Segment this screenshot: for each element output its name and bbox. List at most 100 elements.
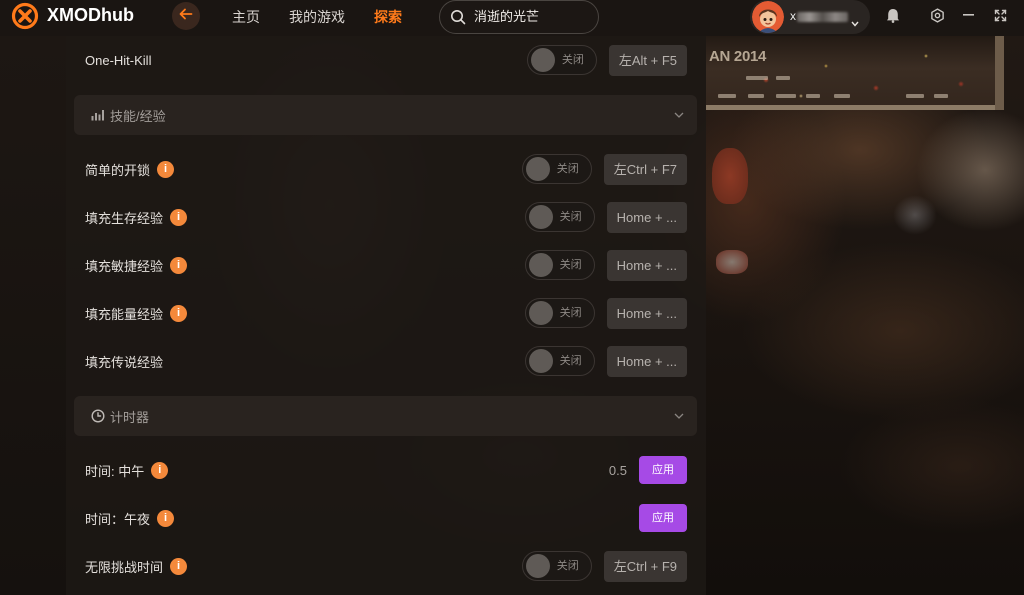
- chevron-down-icon[interactable]: [674, 112, 684, 118]
- main-nav: 主页 我的游戏 探索: [232, 0, 402, 34]
- cheat-row: 填充敏捷经验 i 关闭 Home + ...: [66, 241, 706, 289]
- hotkey-field[interactable]: 左Ctrl + F9: [603, 550, 687, 582]
- poster-mark: [776, 76, 790, 80]
- info-icon[interactable]: i: [170, 208, 188, 226]
- nav-home[interactable]: 主页: [232, 0, 260, 34]
- section-header-skills[interactable]: 技能/经验: [74, 95, 697, 135]
- cheat-toggle[interactable]: 关闭: [524, 202, 595, 232]
- cheat-label-group: One-Hit-Kill: [85, 53, 151, 68]
- poster-mark: [718, 94, 736, 98]
- small-graffiti: [716, 250, 748, 274]
- wooden-beam: [995, 36, 1004, 110]
- cheat-row: 填充传说经验 关闭 Home + ...: [66, 337, 706, 385]
- poster-mark: [934, 94, 948, 98]
- info-icon[interactable]: i: [151, 461, 169, 479]
- search-value: 消逝的光芒: [474, 9, 540, 24]
- cheat-label: 填充敏捷经验: [85, 258, 164, 274]
- toggle-knob: [525, 157, 550, 181]
- cheat-controls: 关闭 Home + ...: [524, 201, 687, 233]
- cheat-row: 时间：午夜 i 应用: [66, 494, 706, 542]
- back-arrow-icon: [179, 7, 193, 25]
- bar-chart-icon: [91, 108, 105, 122]
- cheat-toggle[interactable]: 关闭: [526, 45, 597, 75]
- hotkey-field[interactable]: 左Ctrl + F7: [603, 153, 687, 185]
- cheat-controls: 关闭 左Ctrl + F7: [521, 153, 687, 185]
- cheat-row: One-Hit-Kill 关闭 左Alt + F5: [66, 36, 706, 84]
- cheat-label: 填充能量经验: [85, 306, 164, 322]
- cheat-row: 无限挑战时间 i 关闭 左Ctrl + F9: [66, 542, 706, 590]
- toggle-knob: [528, 253, 553, 277]
- cheat-label-group: 填充能量经验 i: [85, 304, 188, 323]
- chevron-down-icon[interactable]: [674, 413, 684, 419]
- clock-icon: [91, 409, 105, 423]
- toggle-state-label: 关闭: [559, 259, 582, 271]
- cheat-toggle[interactable]: 关闭: [524, 250, 595, 280]
- hotkey-field[interactable]: Home + ...: [606, 345, 687, 377]
- toggle-knob: [528, 205, 553, 229]
- apply-button[interactable]: 应用: [639, 504, 687, 532]
- back-button[interactable]: [172, 2, 200, 30]
- cheat-toggle[interactable]: 关闭: [524, 298, 595, 328]
- toggle-state-label: 关闭: [559, 307, 582, 319]
- cheat-toggle[interactable]: 关闭: [521, 551, 592, 581]
- hotkey-field[interactable]: Home + ...: [606, 249, 687, 281]
- info-icon[interactable]: i: [170, 256, 188, 274]
- avatar: [752, 1, 784, 33]
- search-input[interactable]: 消逝的光芒: [439, 0, 599, 34]
- cheat-row: 填充能量经验 i 关闭 Home + ...: [66, 289, 706, 337]
- brand-name[interactable]: XMODhub: [47, 5, 134, 26]
- toggle-knob: [525, 554, 550, 578]
- section-title: 计时器: [110, 409, 150, 425]
- cheat-controls: 关闭 左Ctrl + F9: [521, 550, 687, 582]
- poster-mark: [748, 94, 764, 98]
- toggle-state-label: 关闭: [559, 211, 582, 223]
- cheat-label: 无限挑战时间: [85, 559, 164, 575]
- cheat-toggle[interactable]: 关闭: [521, 154, 592, 184]
- toggle-state-label: 关闭: [556, 163, 579, 175]
- gray-graffiti: [893, 195, 937, 235]
- poster-text: AN 2014: [709, 48, 767, 65]
- chevron-down-icon: [851, 14, 859, 27]
- cheat-controls: 关闭 Home + ...: [524, 345, 687, 377]
- toggle-knob: [528, 301, 553, 325]
- info-icon[interactable]: i: [170, 304, 188, 322]
- cheat-label-group: 填充生存经验 i: [85, 208, 188, 227]
- cheat-controls: 关闭 Home + ...: [524, 297, 687, 329]
- poster-mark: [834, 94, 850, 98]
- poster-mark: [806, 94, 820, 98]
- cheat-toggle[interactable]: 关闭: [524, 346, 595, 376]
- user-menu[interactable]: x: [750, 0, 870, 34]
- minimize-icon[interactable]: [959, 6, 977, 24]
- cheat-controls: 0.5 应用: [609, 456, 687, 484]
- poster-mark: [906, 94, 924, 98]
- username: x: [790, 9, 796, 23]
- bell-icon[interactable]: [884, 6, 902, 24]
- cheat-label: 填充生存经验: [85, 210, 164, 226]
- search-icon: [450, 9, 466, 25]
- cheat-row: 简单的开锁 i 关闭 左Ctrl + F7: [66, 145, 706, 193]
- cheat-label-group: 简单的开锁 i: [85, 160, 175, 179]
- nav-explore[interactable]: 探索: [374, 0, 402, 34]
- background-poster: AN 2014: [706, 36, 996, 108]
- info-icon[interactable]: i: [157, 160, 175, 178]
- cheat-label-group: 填充敏捷经验 i: [85, 256, 188, 275]
- poster-mark: [776, 94, 796, 98]
- cheat-controls: 关闭 Home + ...: [524, 249, 687, 281]
- poster-mark: [746, 76, 768, 80]
- value-display: 0.5: [608, 462, 627, 478]
- hotkey-field[interactable]: 左Alt + F5: [608, 44, 687, 76]
- hotkey-field[interactable]: Home + ...: [606, 201, 687, 233]
- hotkey-field[interactable]: Home + ...: [606, 297, 687, 329]
- cheat-label-group: 时间：午夜 i: [85, 509, 175, 528]
- info-icon[interactable]: i: [157, 509, 175, 527]
- cheat-label: 填充传说经验: [85, 354, 164, 370]
- section-header-timer[interactable]: 计时器: [74, 396, 697, 436]
- username-redacted: [797, 12, 848, 22]
- fullscreen-icon[interactable]: [991, 6, 1009, 24]
- cheat-controls: 关闭 左Alt + F5: [526, 44, 687, 76]
- xmod-logo-icon[interactable]: [11, 2, 39, 30]
- info-icon[interactable]: i: [170, 557, 188, 575]
- nav-my-games[interactable]: 我的游戏: [289, 0, 345, 34]
- settings-icon[interactable]: [928, 6, 946, 24]
- apply-button[interactable]: 应用: [639, 456, 687, 484]
